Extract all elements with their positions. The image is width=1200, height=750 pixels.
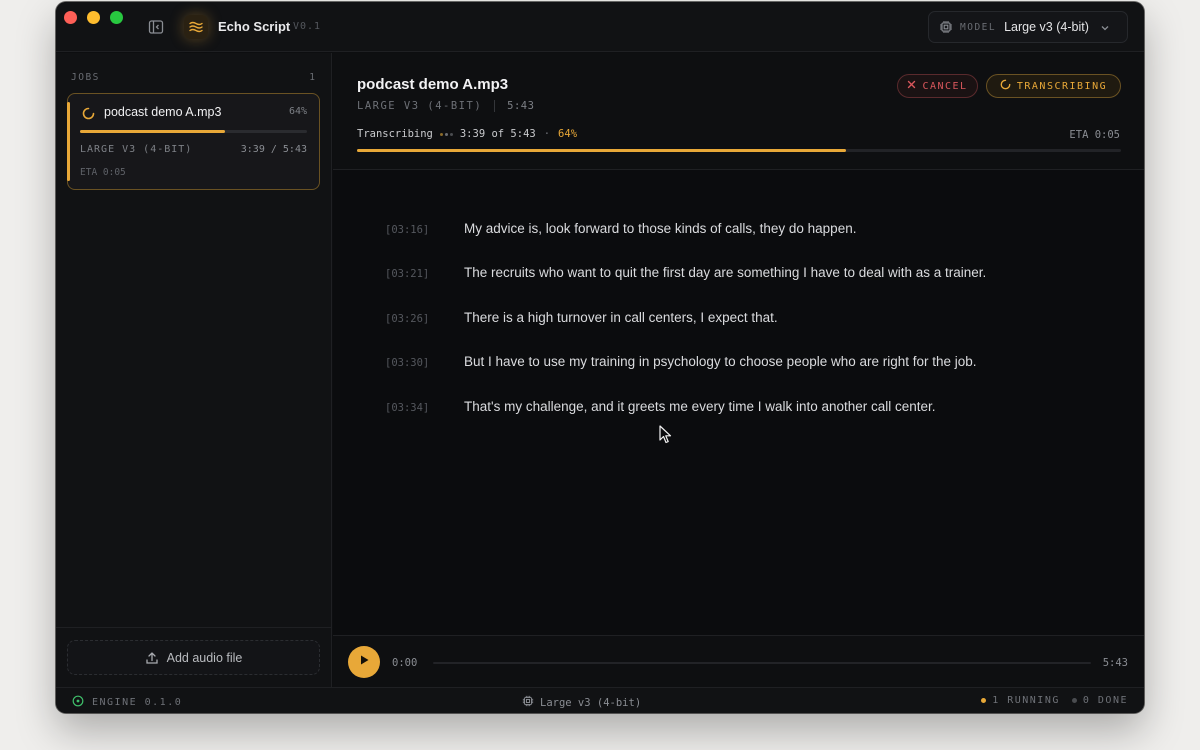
sidebar: JOBS 1 podcast demo A.mp3 64% LARGE V3 (… xyxy=(56,53,332,687)
segment-timestamp[interactable]: [03:26] xyxy=(385,310,464,325)
chip-icon xyxy=(522,695,534,710)
job-progress-fill xyxy=(80,130,226,133)
job-card[interactable]: podcast demo A.mp3 64% LARGE V3 (4-BIT) … xyxy=(67,93,320,190)
main-progress-bar xyxy=(357,149,1121,152)
job-header: podcast demo A.mp3 LARGE V3 (4-BIT) 5:43… xyxy=(333,53,1144,170)
jobs-count: 1 xyxy=(309,72,315,83)
jobs-header: JOBS xyxy=(71,72,100,83)
app-name: Echo Script xyxy=(218,19,291,34)
segment-timestamp[interactable]: [03:21] xyxy=(385,265,464,280)
segment-timestamp[interactable]: [03:34] xyxy=(385,399,464,414)
job-model: LARGE V3 (4-BIT) xyxy=(80,144,193,155)
running-dot xyxy=(981,698,987,703)
model-selector[interactable]: MODEL Large v3 (4-bit) xyxy=(928,11,1128,43)
job-eta: ETA 0:05 xyxy=(80,167,126,178)
cancel-label: CANCEL xyxy=(922,80,968,92)
segment-text: There is a high turnover in call centers… xyxy=(464,310,778,325)
progress-label: Transcribing xyxy=(357,128,433,140)
minimize-window-button[interactable] xyxy=(87,11,100,24)
segment-text: My advice is, look forward to those kind… xyxy=(464,221,857,236)
status-label: TRANSCRIBING xyxy=(1016,80,1108,92)
progress-percent: 64% xyxy=(558,128,578,140)
player-total-time: 5:43 xyxy=(1102,657,1128,669)
transcript-segment[interactable]: [03:16] My advice is, look forward to th… xyxy=(385,221,856,236)
running-count: 1 RUNNING xyxy=(992,695,1060,706)
model-label: MODEL xyxy=(960,21,997,33)
engine-status: ENGINE 0.1.0 xyxy=(72,695,182,710)
progress-current: 3:39 of 5:43 xyxy=(459,128,536,140)
progress-eta: ETA 0:05 xyxy=(1069,129,1120,141)
status-circle-icon xyxy=(72,695,84,710)
zoom-window-button[interactable] xyxy=(110,11,123,24)
cancel-button[interactable]: CANCEL xyxy=(897,74,978,98)
segment-text: But I have to use my training in psychol… xyxy=(464,354,977,369)
close-icon xyxy=(907,80,916,92)
segment-text: That's my challenge, and it greets me ev… xyxy=(464,399,936,414)
spinner-icon xyxy=(82,107,95,120)
transcript-segment[interactable]: [03:21] The recruits who want to quit th… xyxy=(385,265,986,280)
file-meta: LARGE V3 (4-BIT) 5:43 xyxy=(357,100,534,112)
file-model: LARGE V3 (4-BIT) xyxy=(357,100,483,112)
model-value: Large v3 (4-bit) xyxy=(1004,20,1089,34)
segment-timestamp[interactable]: [03:16] xyxy=(385,221,464,236)
engine-version: ENGINE 0.1.0 xyxy=(92,697,183,708)
meta-separator xyxy=(494,100,496,112)
spinner-icon xyxy=(1000,79,1011,93)
job-active-accent xyxy=(67,102,70,181)
chip-icon xyxy=(939,20,953,34)
job-name: podcast demo A.mp3 xyxy=(104,105,222,119)
add-audio-file-label: Add audio file xyxy=(166,650,243,665)
done-dot xyxy=(1071,698,1077,703)
play-icon xyxy=(358,653,370,671)
statusbar-model-label: Large v3 (4-bit) xyxy=(540,696,642,709)
sidebar-toggle-icon[interactable] xyxy=(148,19,164,35)
app-window: Echo Script V0.1 MODEL Large v3 (4-bit) … xyxy=(56,2,1144,713)
segment-timestamp[interactable]: [03:30] xyxy=(385,354,464,369)
waveform-logo-icon xyxy=(184,15,208,39)
job-progress-bar xyxy=(80,130,307,133)
progress-separator: · xyxy=(543,128,551,140)
title-bar: Echo Script V0.1 MODEL Large v3 (4-bit) xyxy=(56,2,1144,52)
file-duration: 5:43 xyxy=(507,100,535,112)
sidebar-divider xyxy=(56,627,332,628)
file-title: podcast demo A.mp3 xyxy=(357,76,509,93)
job-counts: 1 RUNNING 0 DONE xyxy=(981,695,1128,706)
transcript-segment[interactable]: [03:26] There is a high turnover in call… xyxy=(385,310,778,325)
transcript-segment[interactable]: [03:30] But I have to use my training in… xyxy=(385,354,977,369)
main-panel: podcast demo A.mp3 LARGE V3 (4-BIT) 5:43… xyxy=(333,53,1144,687)
progress-status: Transcribing 3:39 of 5:43 · 64% xyxy=(357,128,577,140)
transcript-segment[interactable]: [03:34] That's my challenge, and it gree… xyxy=(385,399,936,414)
audio-player: 0:00 5:43 xyxy=(333,635,1144,687)
mouse-pointer-icon xyxy=(659,425,672,444)
job-time: 3:39 / 5:43 xyxy=(240,144,307,155)
statusbar-model: Large v3 (4-bit) xyxy=(522,695,641,710)
add-audio-file-button[interactable]: Add audio file xyxy=(67,640,320,675)
chevron-down-icon xyxy=(1099,21,1111,33)
transcribing-status-badge: TRANSCRIBING xyxy=(986,74,1121,98)
status-bar: ENGINE 0.1.0 Large v3 (4-bit) 1 RUNNING … xyxy=(56,687,1144,713)
close-window-button[interactable] xyxy=(64,11,77,24)
segment-text: The recruits who want to quit the first … xyxy=(464,265,987,280)
player-seek-bar[interactable] xyxy=(433,662,1091,664)
job-percent: 64% xyxy=(288,106,307,117)
main-progress-fill xyxy=(357,149,846,152)
done-count: 0 DONE xyxy=(1082,695,1128,706)
activity-dots xyxy=(439,132,453,136)
upload-icon xyxy=(145,651,159,665)
player-current-time: 0:00 xyxy=(392,657,418,669)
app-version: V0.1 xyxy=(293,21,322,32)
play-button[interactable] xyxy=(348,646,380,678)
